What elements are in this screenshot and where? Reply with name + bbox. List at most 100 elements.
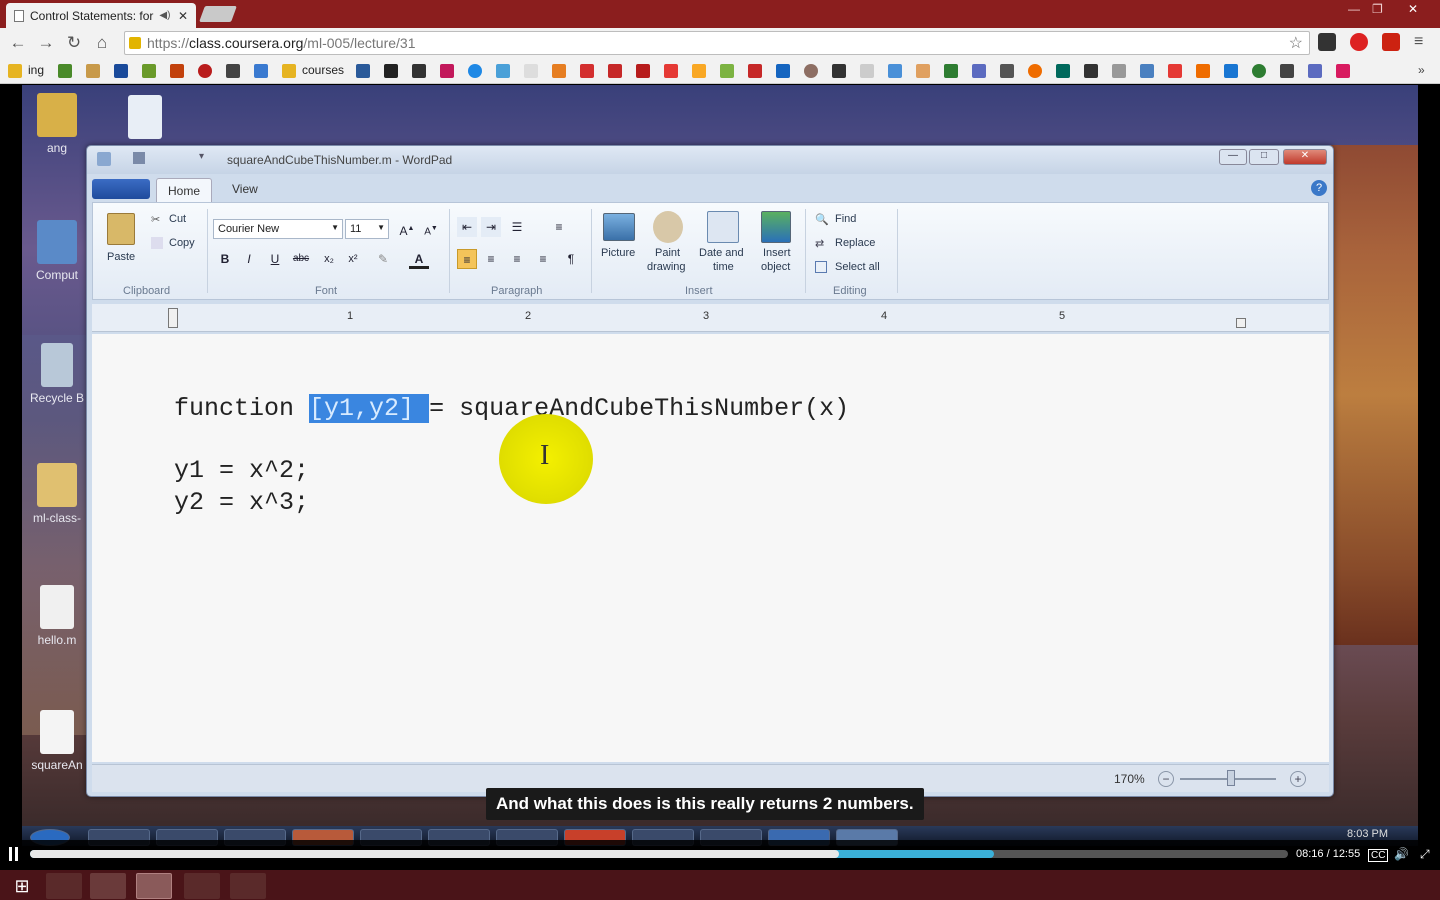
app-icon[interactable] — [184, 873, 220, 899]
tab-active[interactable]: Control Statements: for ◀) ✕ — [6, 3, 196, 28]
bookmark-icon[interactable] — [1224, 64, 1238, 78]
menu-icon[interactable]: ≡ — [1414, 33, 1432, 51]
right-indent-marker[interactable] — [1236, 318, 1246, 328]
paint-drawing-icon[interactable] — [653, 211, 683, 243]
bookmark-icon[interactable] — [748, 64, 762, 78]
italic-button[interactable]: I — [239, 249, 259, 269]
bookmark-icon[interactable] — [170, 64, 184, 78]
bookmark-icon[interactable] — [804, 64, 818, 78]
document-area[interactable]: function [y1,y2] = squareAndCubeThisNumb… — [92, 334, 1329, 762]
underline-button[interactable]: U — [265, 249, 285, 269]
bookmark-icon[interactable] — [524, 64, 538, 78]
bookmark-icon[interactable] — [1168, 64, 1182, 78]
align-center-icon[interactable]: ≡ — [481, 249, 501, 269]
bold-button[interactable]: B — [215, 249, 235, 269]
increase-indent-icon[interactable]: ⇥ — [481, 217, 501, 237]
minimize-icon[interactable]: — — [1348, 2, 1360, 16]
datetime-button-line2[interactable]: time — [713, 261, 734, 273]
bookmark-icon[interactable] — [198, 64, 212, 78]
date-time-icon[interactable] — [707, 211, 739, 243]
bookmark-icon[interactable] — [1252, 64, 1266, 78]
bookmark-icon[interactable] — [1336, 64, 1350, 78]
settings-extension-icon[interactable] — [1318, 33, 1336, 51]
paste-icon[interactable] — [107, 213, 135, 245]
bookmark-icon[interactable] — [776, 64, 790, 78]
bookmark-icon[interactable] — [1196, 64, 1210, 78]
bookmark-icon[interactable] — [972, 64, 986, 78]
calculator-icon[interactable] — [46, 873, 82, 899]
bookmark-icon[interactable] — [860, 64, 874, 78]
address-bar[interactable]: https:// class.coursera.org /ml-005/lect… — [124, 31, 1310, 55]
align-left-icon[interactable]: ≡ — [457, 249, 477, 269]
indent-marker[interactable] — [168, 308, 178, 328]
tab-view[interactable]: View — [232, 182, 258, 196]
zoom-in-icon[interactable]: + — [1290, 771, 1306, 787]
reload-icon[interactable]: ↻ — [60, 33, 88, 53]
chrome-icon[interactable] — [136, 873, 172, 899]
bookmark-icon[interactable] — [580, 64, 594, 78]
tab-close-icon[interactable]: ✕ — [178, 9, 188, 23]
zoom-out-icon[interactable]: − — [1158, 771, 1174, 787]
clover-icon[interactable] — [90, 873, 126, 899]
bookmark-icon[interactable] — [254, 64, 268, 78]
bookmark-icon[interactable] — [552, 64, 566, 78]
ruler[interactable]: 1 2 3 4 5 — [92, 304, 1329, 332]
text-color-icon[interactable]: A — [409, 249, 429, 269]
insert-object-icon[interactable] — [761, 211, 791, 243]
decrease-indent-icon[interactable]: ⇤ — [457, 217, 477, 237]
highlight-color-icon[interactable]: ✎ — [373, 249, 393, 269]
wordpad-maximize-button[interactable]: □ — [1249, 149, 1279, 165]
tab-home[interactable]: Home — [156, 178, 212, 204]
progress-track[interactable] — [30, 850, 1288, 858]
bookmark-icon[interactable] — [636, 64, 650, 78]
font-size-select[interactable]: 11 ▼ — [345, 219, 389, 239]
zoom-slider-thumb[interactable] — [1227, 770, 1235, 786]
bookmark-icon[interactable] — [608, 64, 622, 78]
superscript-button[interactable]: x² — [343, 249, 363, 269]
bookmark-icon[interactable] — [720, 64, 734, 78]
extension-icon[interactable] — [1382, 33, 1400, 51]
pause-icon[interactable] — [8, 847, 20, 861]
bookmark-icon[interactable] — [468, 64, 482, 78]
picture-button[interactable]: Picture — [601, 247, 635, 259]
bookmark-courses[interactable]: courses — [302, 63, 344, 77]
bookmark-icon[interactable] — [356, 64, 370, 78]
bookmark-icon[interactable] — [142, 64, 156, 78]
datetime-button-line1[interactable]: Date and — [699, 247, 744, 259]
bookmark-icon[interactable] — [1308, 64, 1322, 78]
home-icon[interactable]: ⌂ — [88, 33, 116, 53]
bookmark-icon[interactable] — [888, 64, 902, 78]
bookmark-icon[interactable] — [1140, 64, 1154, 78]
start-icon[interactable]: ⊞ — [4, 873, 40, 899]
bookmark-icon[interactable] — [832, 64, 846, 78]
captions-icon[interactable]: CC — [1368, 849, 1389, 862]
picture-icon[interactable] — [603, 213, 635, 241]
subscript-button[interactable]: x₂ — [319, 249, 339, 269]
bookmark-icon[interactable] — [86, 64, 100, 78]
bookmark-icon[interactable] — [412, 64, 426, 78]
wordpad-minimize-button[interactable]: — — [1219, 149, 1247, 165]
bullets-icon[interactable]: ☰ — [507, 217, 527, 237]
new-tab-button[interactable] — [199, 6, 237, 22]
volume-icon[interactable]: 🔊 — [1394, 847, 1409, 861]
find-button[interactable]: Find — [835, 213, 856, 225]
copy-button[interactable]: Copy — [169, 237, 195, 249]
font-family-select[interactable]: Courier New ▼ — [213, 219, 343, 239]
select-all-button[interactable]: Select all — [835, 261, 880, 273]
quick-access-dropdown-icon[interactable]: ▾ — [199, 151, 204, 162]
paste-button[interactable]: Paste — [107, 251, 135, 263]
stop-extension-icon[interactable] — [1350, 33, 1368, 51]
paint-button-line2[interactable]: drawing — [647, 261, 686, 273]
align-right-icon[interactable]: ≡ — [507, 249, 527, 269]
fullscreen-icon[interactable]: ⤢ — [1420, 847, 1430, 862]
wordpad-close-button[interactable]: ✕ — [1283, 149, 1327, 165]
bookmark-icon[interactable] — [496, 64, 510, 78]
restore-icon[interactable]: ❐ — [1372, 2, 1383, 16]
strikethrough-button[interactable]: abc — [291, 249, 311, 269]
help-icon[interactable]: ? — [1311, 180, 1327, 196]
bookmark-icon[interactable] — [58, 64, 72, 78]
bookmark-ing[interactable]: ing — [28, 63, 44, 77]
bookmark-icon[interactable] — [664, 64, 678, 78]
replace-button[interactable]: Replace — [835, 237, 875, 249]
bookmark-icon[interactable] — [1000, 64, 1014, 78]
